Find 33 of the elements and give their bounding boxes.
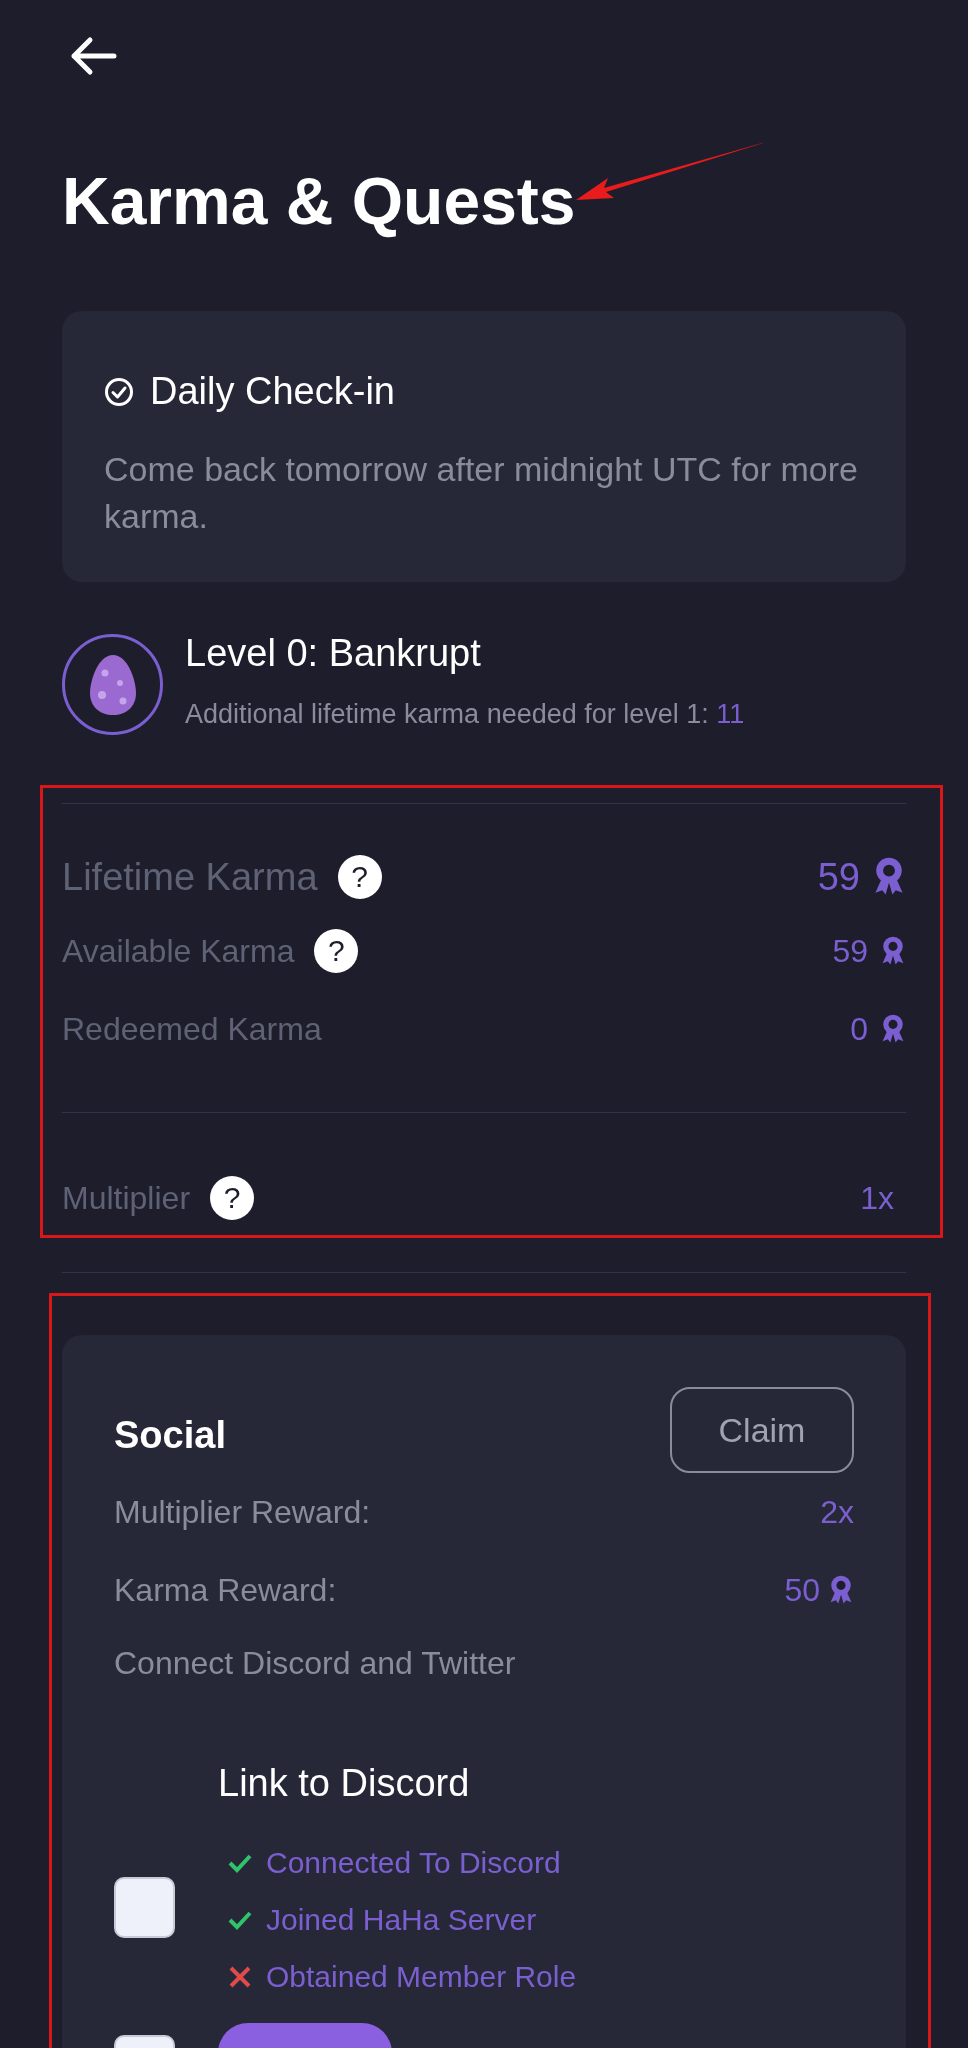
stat-label: Redeemed Karma [62,1010,322,1049]
task-step: Obtained Member Role [266,1954,577,1999]
help-button[interactable]: ? [337,855,382,899]
checkin-title: Daily Check-in [150,369,395,414]
task-step: Connected To Discord [266,1840,561,1885]
karma-icon [880,936,906,966]
karma-icon [872,857,906,897]
level-subtitle: Additional lifetime karma needed for level 1: 11 [185,698,745,732]
reward-label: Karma Reward: [114,1571,337,1610]
karma-icon [880,1014,906,1044]
stat-label: Available Karma [62,932,295,971]
stat-value: 0 [850,1010,868,1049]
stat-value: 59 [817,854,860,900]
karma-icon [828,1575,854,1605]
task-title: Link to Discord [218,1761,471,1806]
checkin-message: Come back tomorrow after midnight UTC for more karma. [104,449,859,537]
multiplier-value: 1x [860,1178,894,1218]
stat-label: Lifetime Karma [62,854,318,900]
egg-icon [87,652,138,717]
help-button[interactable]: ? [314,929,359,973]
task-checkbox[interactable] [114,1877,175,1938]
quest-description: Connect Discord and Twitter [114,1644,517,1683]
level-title: Level 0: Bankrupt [185,634,482,673]
multiplier-label: Multiplier [62,1178,191,1218]
claim-button[interactable]: Claim [670,1387,854,1473]
reward-label: Multiplier Reward: [114,1493,371,1532]
check-circle-icon [104,376,134,407]
quest-title: Social [114,1413,226,1458]
reward-value: 50 [784,1571,820,1610]
task-step: Joined HaHa Server [266,1897,537,1942]
stat-value: 59 [832,932,868,971]
help-button[interactable]: ? [210,1175,255,1220]
reward-value: 2x [820,1493,854,1532]
